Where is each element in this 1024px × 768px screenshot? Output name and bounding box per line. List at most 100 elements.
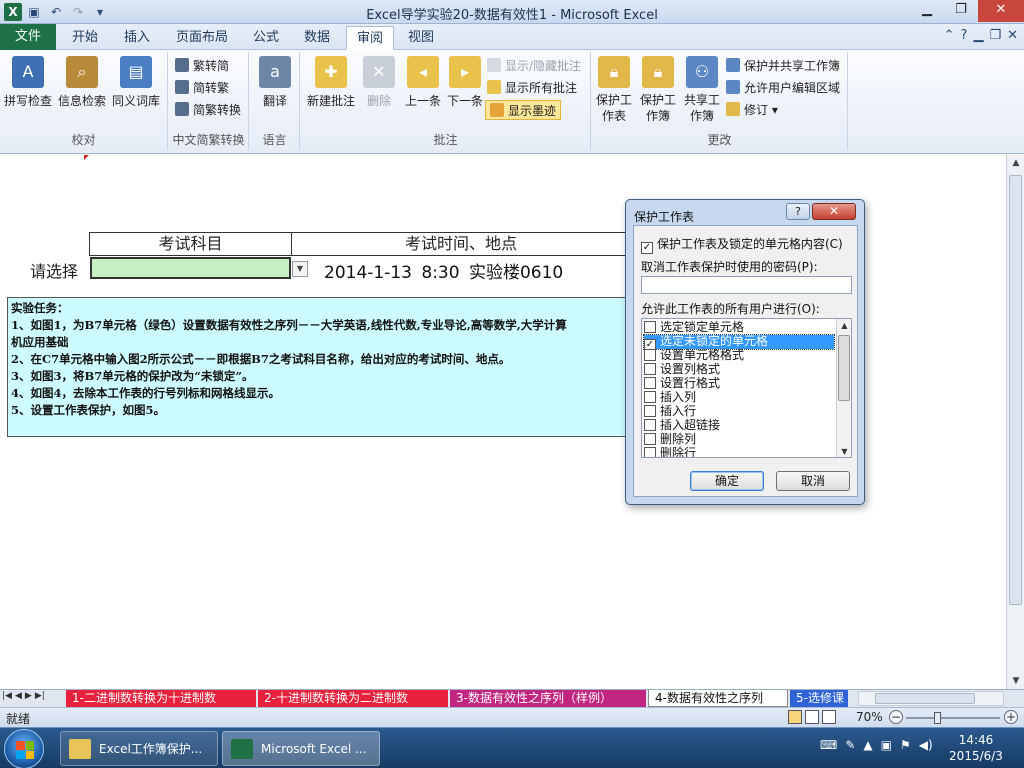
zoom-level[interactable]: 70% [856, 710, 883, 724]
start-button[interactable] [4, 729, 44, 768]
show-hidden-icons-icon[interactable]: ▲ [863, 738, 872, 752]
dropdown-arrow-icon[interactable]: ▼ [292, 261, 308, 277]
zoom-slider[interactable] [906, 717, 1000, 719]
taskbar-clock[interactable]: 14:46 2015/6/3 [936, 732, 1016, 764]
list-item[interactable]: 插入列 [644, 391, 834, 405]
network-icon[interactable]: ▣ [881, 738, 892, 752]
list-item[interactable]: 删除行 [644, 447, 834, 457]
restore-button[interactable]: ❐ [944, 0, 978, 22]
next-sheet-icon[interactable]: ▶ [25, 691, 32, 701]
tab-data[interactable]: 数据 [294, 26, 340, 50]
sheet-tab-2[interactable]: 2-十进制数转换为二进制数 [258, 690, 448, 707]
list-scroll-thumb[interactable] [838, 335, 850, 401]
time-location-value[interactable]: 2014-1-13 8:30 实验楼0610 [324, 258, 563, 283]
page-layout-view-icon[interactable] [805, 710, 819, 724]
volume-icon[interactable]: ◀) [919, 738, 933, 752]
show-ink-button[interactable]: 显示墨迹 [485, 100, 562, 120]
protect-contents-checkbox[interactable]: ✓ 保护工作表及锁定的单元格内容(C) [641, 235, 843, 254]
scroll-up-icon[interactable]: ▲ [1007, 155, 1024, 171]
pen-icon[interactable]: ✎ [845, 738, 855, 752]
track-changes-button[interactable]: 修订 ▾ [726, 100, 778, 120]
protect-share-workbook-button[interactable]: 保护并共享工作簿 [726, 56, 840, 76]
list-item[interactable]: 设置行格式 [644, 377, 834, 391]
list-item[interactable]: 选定锁定单元格 [644, 321, 834, 335]
sheet-tab-4[interactable]: 4-数据有效性之序列 [648, 690, 788, 707]
sheet-tab-1[interactable]: 1-二进制数转换为十进制数 [66, 690, 256, 707]
first-sheet-icon[interactable]: |◀ [2, 691, 12, 701]
checkbox-icon[interactable] [644, 377, 656, 389]
cancel-button[interactable]: 取消 [776, 471, 850, 491]
show-hide-comment-button[interactable]: 显示/隐藏批注 [487, 56, 581, 76]
horizontal-scroll-thumb[interactable] [875, 693, 975, 704]
tab-review[interactable]: 审阅 [346, 26, 395, 50]
zoom-out-icon[interactable]: − [889, 710, 903, 724]
checkbox-icon[interactable] [644, 419, 656, 431]
list-item[interactable]: 设置单元格格式 [644, 349, 834, 363]
prev-sheet-icon[interactable]: ◀ [15, 691, 22, 701]
research-button[interactable]: ⌕ 信息检索 [56, 56, 108, 109]
ok-button[interactable]: 确定 [690, 471, 764, 491]
protect-workbook-button[interactable]: 🔒︎ 保护工作簿 [636, 56, 680, 124]
checkbox-icon[interactable] [644, 433, 656, 445]
dialog-help-button[interactable]: ? [786, 203, 810, 220]
list-item[interactable]: 插入超链接 [644, 419, 834, 433]
vertical-scrollbar[interactable]: ▲ ▼ [1006, 155, 1024, 689]
list-item[interactable]: 插入行 [644, 405, 834, 419]
doc-restore-icon[interactable]: ❐ [989, 28, 1001, 43]
protect-sheet-button[interactable]: 🔒︎ 保护工作表 [592, 56, 636, 124]
list-scrollbar[interactable]: ▲ ▼ [836, 319, 851, 457]
list-item[interactable]: 设置列格式 [644, 363, 834, 377]
checkbox-icon[interactable] [644, 405, 656, 417]
taskbar-item-folder[interactable]: Excel工作簿保护... [60, 731, 218, 766]
close-button[interactable]: ✕ [978, 0, 1024, 22]
sheet-tab-5[interactable]: 5-选修课 [790, 690, 848, 707]
list-item[interactable]: ✓ 选定未锁定的单元格 [643, 334, 835, 351]
tab-page-layout[interactable]: 页面布局 [166, 26, 238, 50]
translate-button[interactable]: a 翻译 [249, 56, 301, 109]
page-break-view-icon[interactable] [822, 710, 836, 724]
show-all-comments-button[interactable]: 显示所有批注 [487, 78, 577, 98]
share-workbook-button[interactable]: ⚇ 共享工作簿 [680, 56, 724, 124]
checkbox-icon[interactable] [644, 363, 656, 375]
flag-icon[interactable]: ⚑ [900, 738, 911, 752]
header-subject-cell[interactable]: 考试科目 [89, 232, 292, 256]
chinese-conversion-button[interactable]: 简繁转换 [175, 100, 241, 120]
list-scroll-down-icon[interactable]: ▼ [837, 445, 851, 457]
zoom-slider-knob[interactable] [934, 712, 941, 724]
simp-to-trad-button[interactable]: 简转繁 [175, 78, 229, 98]
checkbox-icon[interactable] [644, 321, 656, 333]
list-scroll-up-icon[interactable]: ▲ [837, 319, 851, 333]
minimize-ribbon-icon[interactable]: ⌃ [944, 28, 955, 43]
dialog-close-button[interactable]: ✕ [812, 203, 856, 220]
next-comment-button[interactable]: ▸ 下一条 [439, 56, 491, 109]
header-time-cell[interactable]: 考试时间、地点 [291, 232, 631, 256]
horizontal-scrollbar[interactable] [858, 691, 1004, 706]
last-sheet-icon[interactable]: ▶| [35, 691, 45, 701]
subject-input-cell[interactable] [90, 257, 291, 279]
zoom-in-icon[interactable]: + [1004, 710, 1018, 724]
tab-view[interactable]: 视图 [398, 26, 444, 50]
sheet-tab-3[interactable]: 3-数据有效性之序列（样例） [450, 690, 646, 707]
new-comment-button[interactable]: ✚ 新建批注 [305, 56, 357, 109]
checkbox-icon[interactable] [644, 447, 656, 457]
keyboard-icon[interactable]: ⌨ [820, 738, 837, 752]
permissions-list[interactable]: 选定锁定单元格 ✓ 选定未锁定的单元格 设置单元格格式 设置列格式 设置行格式 插… [641, 318, 852, 458]
doc-close-icon[interactable]: ✕ [1007, 28, 1018, 43]
tab-file[interactable]: 文件 [0, 24, 56, 50]
taskbar-item-excel[interactable]: Microsoft Excel ... [222, 731, 380, 766]
tab-formulas[interactable]: 公式 [243, 26, 289, 50]
vertical-scroll-thumb[interactable] [1009, 175, 1022, 605]
trad-to-simp-button[interactable]: 繁转简 [175, 56, 229, 76]
tab-home[interactable]: 开始 [62, 26, 108, 50]
doc-minimize-icon[interactable]: ▁ [973, 28, 983, 43]
normal-view-icon[interactable] [788, 710, 802, 724]
spelling-button[interactable]: A 拼写检查 [2, 56, 54, 109]
thesaurus-button[interactable]: ▤ 同义词库 [110, 56, 162, 109]
list-item[interactable]: 删除列 [644, 433, 834, 447]
tab-insert[interactable]: 插入 [114, 26, 160, 50]
checkbox-icon[interactable] [644, 391, 656, 403]
minimize-button[interactable]: ▁ [910, 0, 944, 22]
password-field[interactable] [641, 276, 852, 294]
help-icon[interactable]: ? [961, 28, 968, 43]
scroll-down-icon[interactable]: ▼ [1007, 673, 1024, 689]
